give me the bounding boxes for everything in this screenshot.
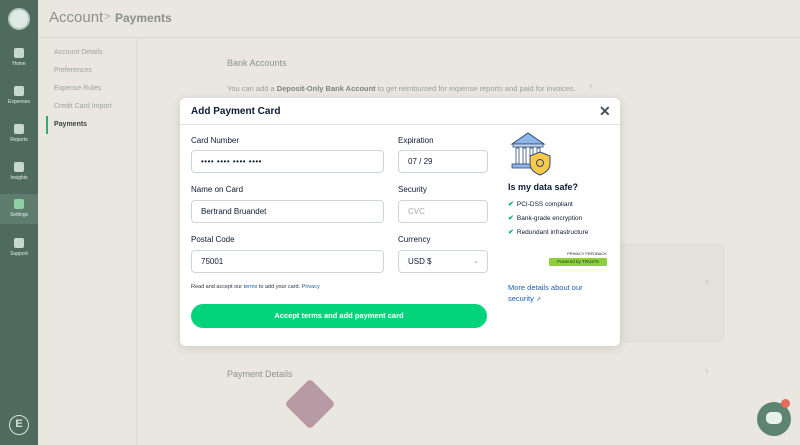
left-nav-rail: Home Expenses Reports Insights Settings … (0, 0, 38, 445)
terms-text: Read and accept our terms to add your ca… (191, 284, 320, 290)
privacy-link[interactable]: Privacy (302, 284, 320, 290)
help-icon[interactable]: ? (705, 281, 708, 287)
nav-insights[interactable]: Insights (0, 160, 38, 184)
breadcrumb-separator: > (104, 11, 111, 23)
home-icon (14, 48, 24, 58)
check-icon: ✔ (508, 229, 514, 236)
subnav-account-details[interactable]: Account Details (46, 44, 131, 62)
brand-logo[interactable]: E (9, 415, 29, 435)
nav-reports[interactable]: Reports (0, 122, 38, 146)
terms-link[interactable]: terms (244, 284, 258, 290)
currency-select[interactable]: USD $ ⌄ (398, 250, 488, 273)
name-on-card-label: Name on Card (191, 185, 244, 194)
chat-icon (14, 238, 24, 248)
breadcrumb-payments: Payments (115, 11, 172, 25)
truste-badge[interactable]: PRIVACY FEEDBACK Powered by TRUSTe (549, 250, 607, 268)
document-icon (14, 124, 24, 134)
chat-icon (766, 412, 782, 424)
payment-details-title: Payment Details (227, 369, 293, 379)
subnav-expense-rules[interactable]: Expense Rules (46, 80, 131, 98)
check-icon: ✔ (508, 215, 514, 222)
breadcrumb-account[interactable]: Account (49, 9, 103, 26)
external-link-icon: ↗ (535, 297, 541, 303)
currency-label: Currency (398, 235, 431, 244)
settings-subnav: Account Details Preferences Expense Rule… (46, 44, 131, 134)
bank-accounts-description: You can add a Deposit-Only Bank Account … (227, 84, 576, 93)
subnav-preferences[interactable]: Preferences (46, 62, 131, 80)
divider (180, 124, 620, 125)
security-point: ✔ Redundant infrastructure (508, 229, 589, 236)
expiration-label: Expiration (398, 136, 434, 145)
nav-support[interactable]: Support (0, 236, 38, 260)
truste-privacy-feedback: PRIVACY FEEDBACK (549, 250, 607, 258)
truste-powered-by: Powered by TRUSTe (549, 258, 607, 266)
accept-terms-add-card-button[interactable]: Accept terms and add payment card (191, 304, 487, 328)
expiration-field[interactable]: 07 / 29 (398, 150, 488, 173)
card-number-label: Card Number (191, 136, 240, 145)
help-icon[interactable]: ? (705, 370, 708, 376)
subnav-credit-card-import[interactable]: Credit Card Import (46, 98, 131, 116)
add-payment-card-modal: Add Payment Card ✕ Card Number •••• ••••… (180, 98, 620, 346)
currency-value: USD $ (408, 257, 432, 266)
security-details-link[interactable]: More details about our security ↗ (508, 282, 603, 306)
nav-expenses[interactable]: Expenses (0, 84, 38, 108)
lightbulb-icon (14, 162, 24, 172)
postal-code-field[interactable]: 75001 (191, 250, 384, 273)
modal-title: Add Payment Card (191, 106, 281, 117)
security-point: ✔ Bank-grade encryption (508, 215, 583, 222)
workspace-avatar[interactable] (8, 8, 30, 30)
close-icon[interactable]: ✕ (599, 104, 611, 118)
page-header: Account > Payments (38, 0, 800, 38)
name-on-card-field[interactable]: Bertrand Bruandet (191, 200, 384, 223)
gear-icon (14, 199, 24, 209)
card-number-field[interactable]: •••• •••• •••• •••• (191, 150, 384, 173)
bank-accounts-title: Bank Accounts (227, 58, 287, 68)
check-icon: ✔ (508, 201, 514, 208)
receipt-icon (14, 86, 24, 96)
chevron-down-icon: ⌄ (473, 258, 479, 265)
nav-home[interactable]: Home (0, 46, 38, 70)
subnav-payments[interactable]: Payments (46, 116, 131, 134)
postal-code-label: Postal Code (191, 235, 235, 244)
security-cvc-field[interactable]: CVC (398, 200, 488, 223)
bank-shield-illustration-icon (510, 132, 551, 176)
security-label: Security (398, 185, 427, 194)
notification-badge (781, 399, 790, 408)
help-icon[interactable]: ? (589, 85, 592, 91)
chat-launcher-button[interactable] (757, 399, 791, 436)
security-point: ✔ PCI-DSS compliant (508, 201, 573, 208)
nav-settings[interactable]: Settings (0, 194, 38, 224)
data-safe-title: Is my data safe? (508, 182, 579, 192)
